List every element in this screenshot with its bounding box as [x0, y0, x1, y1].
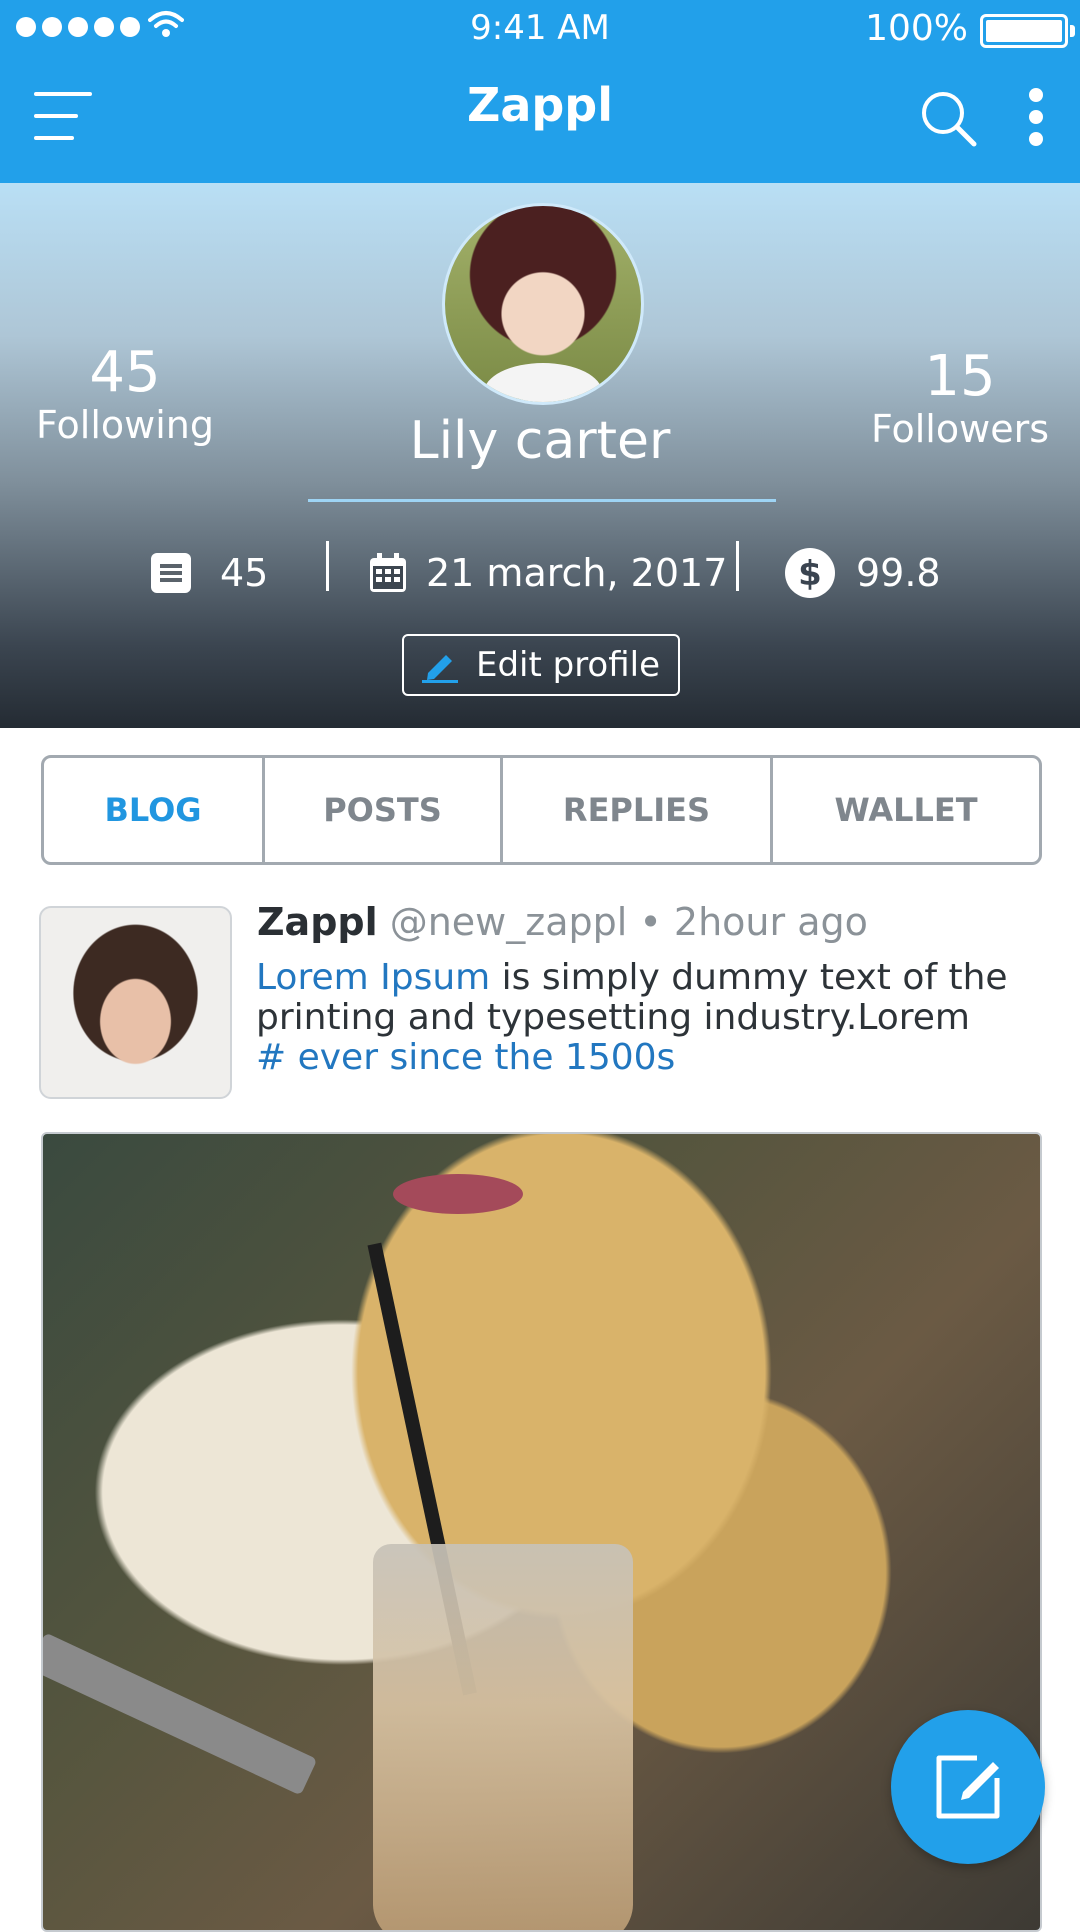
- compose-button[interactable]: [891, 1710, 1045, 1864]
- tab-posts[interactable]: POSTS: [262, 758, 500, 862]
- post-header: Zappl @new_zappl • 2hour ago: [257, 900, 868, 944]
- dollar-icon: $: [785, 548, 835, 598]
- balance-value: 99.8: [856, 551, 941, 595]
- tab-replies[interactable]: REPLIES: [500, 758, 770, 862]
- post-image[interactable]: [41, 1132, 1042, 1932]
- edit-profile-button[interactable]: Edit profile: [402, 634, 680, 696]
- tab-wallet[interactable]: WALLET: [770, 758, 1039, 862]
- pencil-icon: [421, 655, 458, 683]
- profile-header: 45 Following 15 Followers Lily carter 45…: [0, 183, 1080, 728]
- meta-divider: [736, 541, 739, 591]
- profile-tabs: BLOG POSTS REPLIES WALLET: [41, 755, 1042, 865]
- battery-icon: [980, 14, 1075, 48]
- joined-date: 21 march, 2017: [426, 551, 728, 595]
- post-link[interactable]: Lorem Ipsum: [256, 957, 490, 998]
- post-hashtag[interactable]: # ever since the 1500s: [256, 1037, 675, 1078]
- post-time: 2hour ago: [673, 900, 868, 944]
- meta-divider: [326, 541, 329, 591]
- posts-count: 45: [220, 551, 269, 595]
- avatar[interactable]: [442, 203, 644, 405]
- compose-icon: [936, 1755, 1000, 1819]
- following-count: 45: [89, 340, 161, 405]
- posts-meta: 45: [150, 543, 268, 603]
- tab-blog[interactable]: BLOG: [44, 758, 262, 862]
- post-handle[interactable]: @new_zappl: [390, 900, 628, 944]
- search-icon[interactable]: [918, 88, 978, 148]
- post-text: Lorem Ipsum is simply dummy text of the …: [256, 958, 1046, 1078]
- more-vertical-icon[interactable]: [1024, 88, 1050, 148]
- name-divider: [308, 499, 776, 502]
- document-icon: [151, 553, 191, 593]
- followers-count: 15: [924, 344, 996, 409]
- post-author[interactable]: Zappl: [257, 900, 378, 944]
- balance-meta: $ 99.8: [784, 543, 941, 603]
- joined-meta: 21 march, 2017: [368, 543, 727, 603]
- calendar-icon: [370, 553, 406, 592]
- post-author-avatar[interactable]: [39, 906, 232, 1099]
- battery-percent: 100%: [865, 8, 968, 49]
- svg-text:$: $: [798, 554, 822, 594]
- profile-name: Lily carter: [409, 411, 671, 471]
- edit-profile-label: Edit profile: [475, 645, 661, 685]
- app-header: 9:41 AM 100% Zappl: [0, 0, 1080, 183]
- status-bar: 9:41 AM 100%: [0, 0, 1080, 56]
- post-separator: •: [639, 900, 662, 944]
